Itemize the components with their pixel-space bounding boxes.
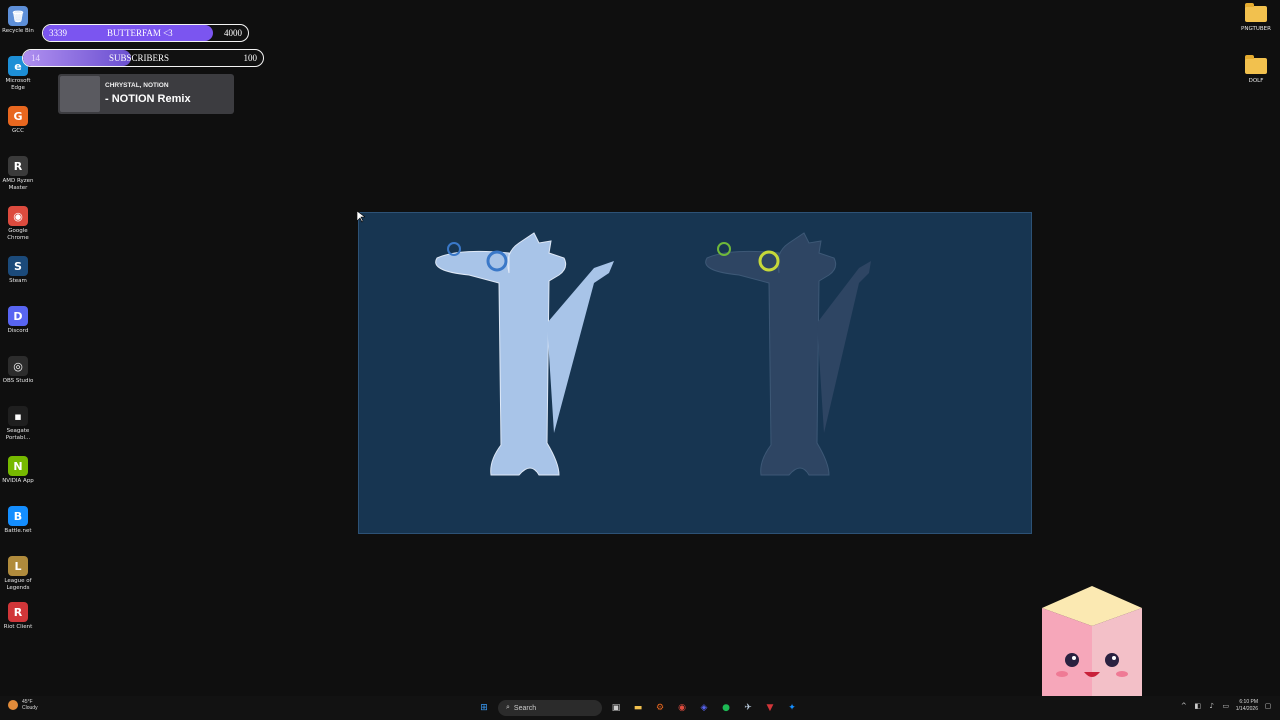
search-icon: ⌕ [506,704,510,711]
desktop-icon-pngtuber-folder[interactable]: PNGTUBER [1236,3,1276,33]
battery-icon[interactable]: ▭ [1222,702,1230,710]
file-explorer-icon[interactable]: ▬ [630,700,646,716]
network-icon[interactable]: ◧ [1194,702,1202,710]
desktop-icon-chrome[interactable]: ◉ Google Chrome [0,206,36,242]
riot-taskbar-icon[interactable]: ▼ [762,700,778,716]
desktop-icon-gcc[interactable]: G GCC [0,106,36,135]
clock-date: 1/14/2026 [1235,706,1258,712]
obs-icon: ◎ [8,356,28,376]
desktop-icon-riot-client[interactable]: R Riot Client [0,602,36,631]
desktop-icon-seagate[interactable]: ▪ Seagate Portabl... [0,406,36,442]
now-playing-widget: CHRYSTAL, NOTION - NOTION Remix [58,74,234,114]
pngtuber-panel[interactable] [358,212,1032,534]
desktop-icon-obs[interactable]: ◎ OBS Studio [0,356,36,385]
subscriber-goal-title: SUBSCRIBERS [109,53,170,63]
subscriber-goal-bar: 14 SUBSCRIBERS 100 [22,49,264,67]
desktop-icon-label: Microsoft Edge [5,78,31,91]
recycle-bin-icon: 🗑 [8,6,28,26]
desktop-icon-ryzen-master[interactable]: R AMD Ryzen Master [0,156,36,192]
nvidia-icon: N [8,456,28,476]
weather-condition: Cloudy [22,705,38,711]
pngtuber-characters [435,232,871,476]
seagate-icon: ▪ [8,406,28,426]
follower-goal-current: 3339 [49,28,67,38]
desktop-icon-steam[interactable]: S Steam [0,256,36,285]
taskbar: 45°F Cloudy ⊞ ⌕ Search ▣ ▬ ⚙ ◉ ◈ ● ✈ ▼ ✦… [0,696,1280,720]
desktop-icon-label: Seagate Portabl... [5,428,31,441]
discord-icon: D [8,306,28,326]
gcc-taskbar-icon[interactable]: ⚙ [652,700,668,716]
mouse-cursor-icon [357,211,365,223]
desktop-icon-label: AMD Ryzen Master [2,178,34,191]
riot-client-icon: R [8,602,28,622]
desktop-icon-label: DOLF [1248,78,1264,84]
search-placeholder: Search [513,704,537,712]
desktop-icon-dolf-folder[interactable]: DOLF [1236,55,1276,85]
folder-icon [1245,3,1267,22]
pngtuber-dark-character [705,232,871,476]
start-button[interactable]: ⊞ [476,700,492,716]
desktop-icon-recycle-bin[interactable]: 🗑 Recycle Bin [0,6,36,35]
desktop-icon-league[interactable]: L League of Legends [0,556,36,592]
weather-icon [8,700,18,710]
chevron-up-icon[interactable]: ^ [1180,702,1188,710]
follower-goal-target: 4000 [224,28,242,38]
steam-taskbar-icon[interactable]: ✈ [740,700,756,716]
desktop-icon-label: Steam [9,278,27,284]
desktop-icon-label: OBS Studio [2,378,34,384]
ryzen-master-icon: R [8,156,28,176]
battlenet-taskbar-icon[interactable]: ✦ [784,700,800,716]
desktop-icon-label: Riot Client [3,624,33,630]
desktop-icon-battlenet[interactable]: B Battle.net [0,506,36,535]
battlenet-icon: B [8,506,28,526]
subscriber-goal-target: 100 [243,53,258,63]
desktop-icon-label: Discord [7,328,29,334]
task-view-icon[interactable]: ▣ [608,700,624,716]
follower-goal-bar: 3339 BUTTERFAM <3 4000 [42,24,249,42]
search-box[interactable]: ⌕ Search [498,700,602,716]
desktop-icon-label: GCC [12,128,24,134]
volume-icon[interactable]: ♪ [1208,702,1216,710]
desktop-icon-label: Google Chrome [7,228,29,241]
league-icon: L [8,556,28,576]
steam-icon: S [8,256,28,276]
desktop-icon-label: PNGTUBER [1241,26,1271,32]
now-playing-song: - NOTION Remix [105,93,191,105]
discord-taskbar-icon[interactable]: ◈ [696,700,712,716]
desktop-icon-label: NVIDIA App [2,478,34,484]
album-art [60,76,100,112]
pngtuber-light-character [435,232,614,476]
clock[interactable]: 6:10 PM 1/14/2026 [1236,699,1258,713]
desktop-icon-label: League of Legends [4,578,32,591]
desktop-icon-label: Battle.net [4,528,32,534]
desktop-icon-label: Recycle Bin [2,28,34,34]
now-playing-artist: CHRYSTAL, NOTION [105,82,169,89]
desktop-icon-nvidia[interactable]: N NVIDIA App [0,456,36,485]
system-tray: ^ ◧ ♪ ▭ 6:10 PM 1/14/2026 ▢ [1180,699,1272,713]
butter-mascot [1042,586,1142,696]
desktop-icon-discord[interactable]: D Discord [0,306,36,335]
follower-goal-title: BUTTERFAM <3 [107,28,173,38]
subscriber-goal-current: 14 [31,53,40,63]
gcc-icon: G [8,106,28,126]
chrome-taskbar-icon[interactable]: ◉ [674,700,690,716]
clock-time: 6:10 PM [1239,699,1258,705]
chrome-icon: ◉ [8,206,28,226]
weather-widget[interactable]: 45°F Cloudy [8,699,38,711]
notification-icon[interactable]: ▢ [1264,702,1272,710]
spotify-taskbar-icon[interactable]: ● [718,700,734,716]
folder-icon [1245,55,1267,74]
taskbar-apps: ⊞ ⌕ Search ▣ ▬ ⚙ ◉ ◈ ● ✈ ▼ ✦ [476,700,800,716]
